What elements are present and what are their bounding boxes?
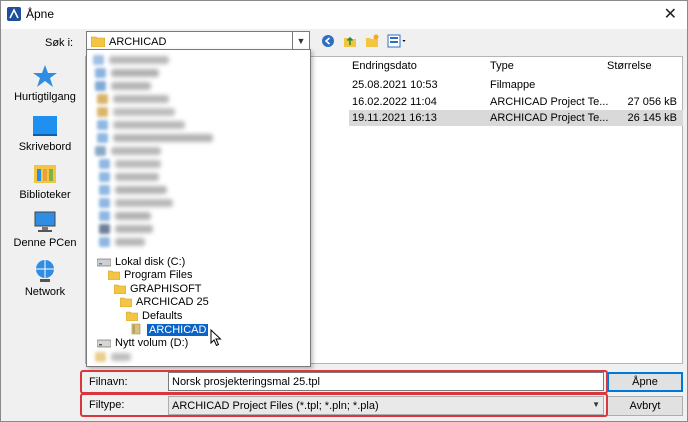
place-label: Skrivebord bbox=[18, 141, 72, 153]
folder-icon bbox=[120, 297, 132, 307]
star-icon bbox=[33, 65, 57, 87]
back-icon[interactable] bbox=[321, 34, 335, 48]
up-folder-icon[interactable] bbox=[343, 34, 357, 48]
places-bar: Hurtigtilgang Skrivebord Biblioteker Den… bbox=[9, 56, 81, 356]
tree-item-label: ARCHICAD 25 bbox=[136, 296, 209, 308]
folder-icon bbox=[126, 311, 138, 321]
open-dialog: Åpne ✕ Søk i: ARCHICAD ▼ Hurtigtilgang S… bbox=[0, 0, 688, 422]
desktop-icon bbox=[33, 116, 57, 136]
toolbar bbox=[321, 33, 409, 49]
tree-item-drive-c[interactable]: Lokal disk (C:) bbox=[97, 256, 185, 270]
place-label: Network bbox=[24, 286, 66, 298]
new-folder-icon[interactable] bbox=[365, 34, 379, 48]
column-header-date[interactable]: Endringsdato bbox=[352, 60, 417, 72]
file-date: 16.02.2022 11:04 bbox=[352, 96, 437, 108]
tree-item-drive-d[interactable]: Nytt volum (D:) bbox=[97, 337, 188, 351]
mouse-pointer-icon bbox=[210, 329, 222, 347]
title-bar: Åpne ✕ bbox=[1, 1, 687, 29]
look-in-label: Søk i: bbox=[45, 37, 74, 49]
place-label: Biblioteker bbox=[19, 189, 71, 201]
place-this-pc[interactable]: Denne PCen bbox=[9, 210, 81, 249]
place-network[interactable]: Network bbox=[9, 259, 81, 298]
file-type: ARCHICAD Project Te... bbox=[490, 96, 609, 108]
file-size: 26 145 kB bbox=[627, 112, 677, 124]
cancel-button[interactable]: Avbryt bbox=[607, 396, 683, 416]
libraries-icon bbox=[34, 165, 56, 183]
place-libraries[interactable]: Biblioteker bbox=[9, 162, 81, 201]
tree-item-label: Nytt volum (D:) bbox=[115, 337, 189, 349]
drive-icon bbox=[97, 339, 111, 348]
file-date: 25.08.2021 10:53 bbox=[352, 79, 438, 91]
tree-item-label: Lokal disk (C:) bbox=[115, 256, 186, 268]
place-label: Denne PCen bbox=[13, 237, 77, 249]
open-button[interactable]: Åpne bbox=[607, 372, 683, 392]
place-quick-access[interactable]: Hurtigtilgang bbox=[9, 64, 81, 103]
folder-icon bbox=[108, 270, 120, 280]
folder-icon bbox=[114, 284, 126, 294]
tree-item-graphisoft[interactable]: GRAPHISOFT bbox=[114, 283, 202, 297]
view-menu-icon[interactable] bbox=[387, 34, 409, 48]
folder-icon bbox=[91, 36, 105, 47]
file-type: Filmappe bbox=[490, 79, 536, 91]
tree-item-label: Program Files bbox=[124, 269, 193, 281]
column-header-type[interactable]: Type bbox=[490, 60, 514, 72]
window-title: Åpne bbox=[26, 7, 55, 21]
look-in-combobox[interactable]: ARCHICAD ▼ bbox=[86, 31, 310, 51]
file-type: ARCHICAD Project Te... bbox=[490, 112, 609, 124]
chevron-down-icon[interactable]: ▼ bbox=[292, 32, 309, 50]
tree-item-archicad-25[interactable]: ARCHICAD 25 bbox=[120, 296, 209, 310]
look-in-value: ARCHICAD bbox=[109, 36, 167, 48]
tree-item-label: Defaults bbox=[142, 310, 183, 322]
tree-item-defaults[interactable]: Defaults bbox=[126, 310, 182, 324]
archicad-app-icon bbox=[7, 7, 21, 21]
look-in-dropdown-list[interactable]: Lokal disk (C:) Program Files GRAPHISOFT… bbox=[86, 49, 311, 367]
tree-item-label: GRAPHISOFT bbox=[130, 283, 202, 295]
network-icon bbox=[36, 260, 54, 282]
folder-open-icon bbox=[131, 323, 141, 335]
tree-item-archicad-selected[interactable]: ARCHICAD bbox=[131, 323, 209, 337]
column-header-size[interactable]: Størrelse bbox=[607, 60, 652, 72]
file-date: 19.11.2021 16:13 bbox=[352, 112, 437, 124]
drive-icon bbox=[97, 258, 111, 267]
close-icon[interactable]: ✕ bbox=[664, 4, 677, 24]
tree-item-program-files[interactable]: Program Files bbox=[108, 269, 192, 283]
file-size: 27 056 kB bbox=[627, 96, 677, 108]
filename-highlight bbox=[80, 370, 608, 394]
file-row[interactable]: 16.02.2022 11:04 ARCHICAD Project Te... … bbox=[349, 94, 683, 110]
place-label: Hurtigtilgang bbox=[14, 91, 76, 103]
file-row[interactable]: 25.08.2021 10:53 Filmappe bbox=[349, 77, 683, 93]
file-row-selected[interactable]: 19.11.2021 16:13 ARCHICAD Project Te... … bbox=[349, 110, 683, 126]
filetype-highlight bbox=[80, 393, 608, 417]
place-desktop[interactable]: Skrivebord bbox=[9, 114, 81, 153]
computer-icon bbox=[34, 211, 56, 232]
tree-item-label: ARCHICAD bbox=[147, 324, 209, 336]
